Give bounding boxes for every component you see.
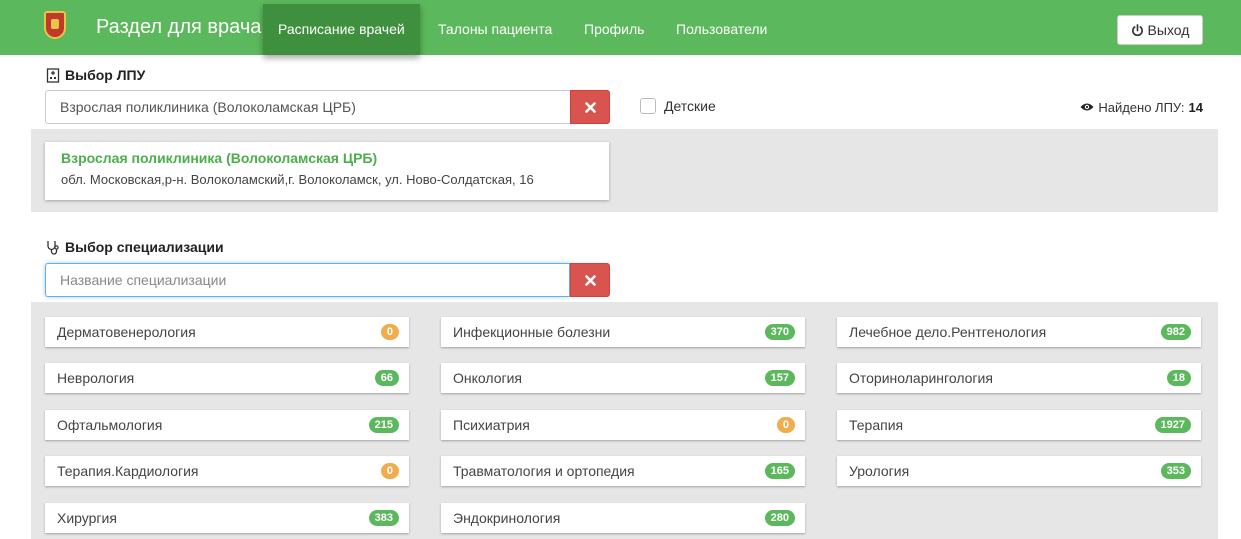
- eye-icon: [1080, 100, 1094, 115]
- count-badge: 0: [380, 463, 399, 479]
- count-badge: 165: [764, 463, 795, 479]
- close-icon: [584, 274, 596, 286]
- stethoscope-icon: [46, 240, 60, 255]
- count-badge: 157: [764, 370, 795, 386]
- lpu-search-group: [45, 90, 610, 124]
- spec-card-label: Терапия: [849, 417, 904, 433]
- spec-card[interactable]: Дерматовенерология 0: [45, 317, 409, 347]
- count-badge: 215: [368, 417, 399, 433]
- count-badge: 280: [764, 510, 795, 526]
- spec-clear-button[interactable]: [570, 263, 610, 297]
- spec-card-label: Эндокринология: [453, 510, 561, 526]
- spec-card-label: Психиатрия: [453, 417, 530, 433]
- count-badge: 982: [1160, 324, 1191, 340]
- nav-users[interactable]: Пользователи: [676, 4, 767, 55]
- spec-card-label: Оториноларингология: [849, 370, 993, 386]
- spec-title-label: Выбор специализации: [65, 239, 224, 255]
- lpu-result-name: Взрослая поликлиника (Волоколамская ЦРБ): [61, 150, 378, 166]
- spec-card-label: Хирургия: [57, 510, 117, 526]
- spec-card[interactable]: Урология 353: [837, 456, 1201, 486]
- spec-card-label: Дерматовенерология: [57, 324, 196, 340]
- spec-card-label: Терапия.Кардиология: [57, 463, 199, 479]
- spec-card-label: Лечебное дело.Рентгенология: [849, 324, 1047, 340]
- spec-search-input[interactable]: [45, 263, 570, 297]
- top-navbar: Раздел для врача Расписание врачей Талон…: [0, 0, 1241, 55]
- count-badge: 66: [374, 370, 399, 386]
- spec-card[interactable]: Эндокринология 280: [441, 503, 805, 533]
- lpu-section-title: Выбор ЛПУ: [46, 67, 145, 83]
- brand-title[interactable]: Раздел для врача: [96, 0, 261, 55]
- checkbox-box[interactable]: [640, 98, 656, 114]
- spec-card[interactable]: Психиатрия 0: [441, 410, 805, 440]
- hospital-icon: [46, 67, 60, 83]
- logout-button[interactable]: Выход: [1117, 15, 1203, 45]
- count-badge: 370: [764, 324, 795, 340]
- spec-card[interactable]: Инфекционные болезни 370: [441, 317, 805, 347]
- count-badge: 0: [776, 417, 795, 433]
- spec-card[interactable]: Хирургия 383: [45, 503, 409, 533]
- nav-profile[interactable]: Профиль: [584, 4, 644, 55]
- count-badge: 383: [368, 510, 399, 526]
- lpu-result-address: обл. Московская,р-н. Волоколамский,г. Во…: [61, 172, 534, 187]
- spec-search-group: [45, 263, 610, 297]
- count-badge: 353: [1160, 463, 1191, 479]
- lpu-result-card[interactable]: Взрослая поликлиника (Волоколамская ЦРБ)…: [45, 142, 609, 200]
- logo-emblem-icon[interactable]: [44, 11, 66, 39]
- children-checkbox[interactable]: Детские: [640, 98, 716, 114]
- spec-card[interactable]: Терапия 1927: [837, 410, 1201, 440]
- count-badge: 0: [380, 324, 399, 340]
- spec-card[interactable]: Лечебное дело.Рентгенология 982: [837, 317, 1201, 347]
- spec-card[interactable]: Неврология 66: [45, 363, 409, 393]
- spec-card-label: Онкология: [453, 370, 523, 386]
- found-counter: Найдено ЛПУ: 14: [1080, 100, 1203, 115]
- logout-label: Выход: [1147, 22, 1190, 38]
- spec-card[interactable]: Офтальмология 215: [45, 410, 409, 440]
- spec-card-label: Офтальмология: [57, 417, 163, 433]
- spec-section-title: Выбор специализации: [46, 239, 224, 255]
- spec-card-label: Урология: [849, 463, 910, 479]
- count-badge: 18: [1166, 370, 1191, 386]
- nav-schedule[interactable]: Расписание врачей: [263, 4, 420, 55]
- count-badge: 1927: [1154, 417, 1191, 433]
- spec-card-label: Инфекционные болезни: [453, 324, 611, 340]
- spec-card-label: Травматология и ортопедия: [453, 463, 635, 479]
- lpu-clear-button[interactable]: [570, 90, 610, 124]
- power-icon: [1131, 23, 1144, 37]
- lpu-title-label: Выбор ЛПУ: [65, 67, 146, 83]
- spec-card[interactable]: Терапия.Кардиология 0: [45, 456, 409, 486]
- children-checkbox-label: Детские: [664, 98, 716, 114]
- found-label: Найдено ЛПУ:: [1098, 100, 1185, 115]
- spec-card-label: Неврология: [57, 370, 135, 386]
- close-icon: [584, 101, 596, 113]
- spec-card[interactable]: Травматология и ортопедия 165: [441, 456, 805, 486]
- spec-card[interactable]: Оториноларингология 18: [837, 363, 1201, 393]
- spec-card[interactable]: Онкология 157: [441, 363, 805, 393]
- lpu-search-input[interactable]: [45, 90, 570, 124]
- found-count: 14: [1188, 100, 1203, 115]
- nav-tickets[interactable]: Талоны пациента: [438, 4, 552, 55]
